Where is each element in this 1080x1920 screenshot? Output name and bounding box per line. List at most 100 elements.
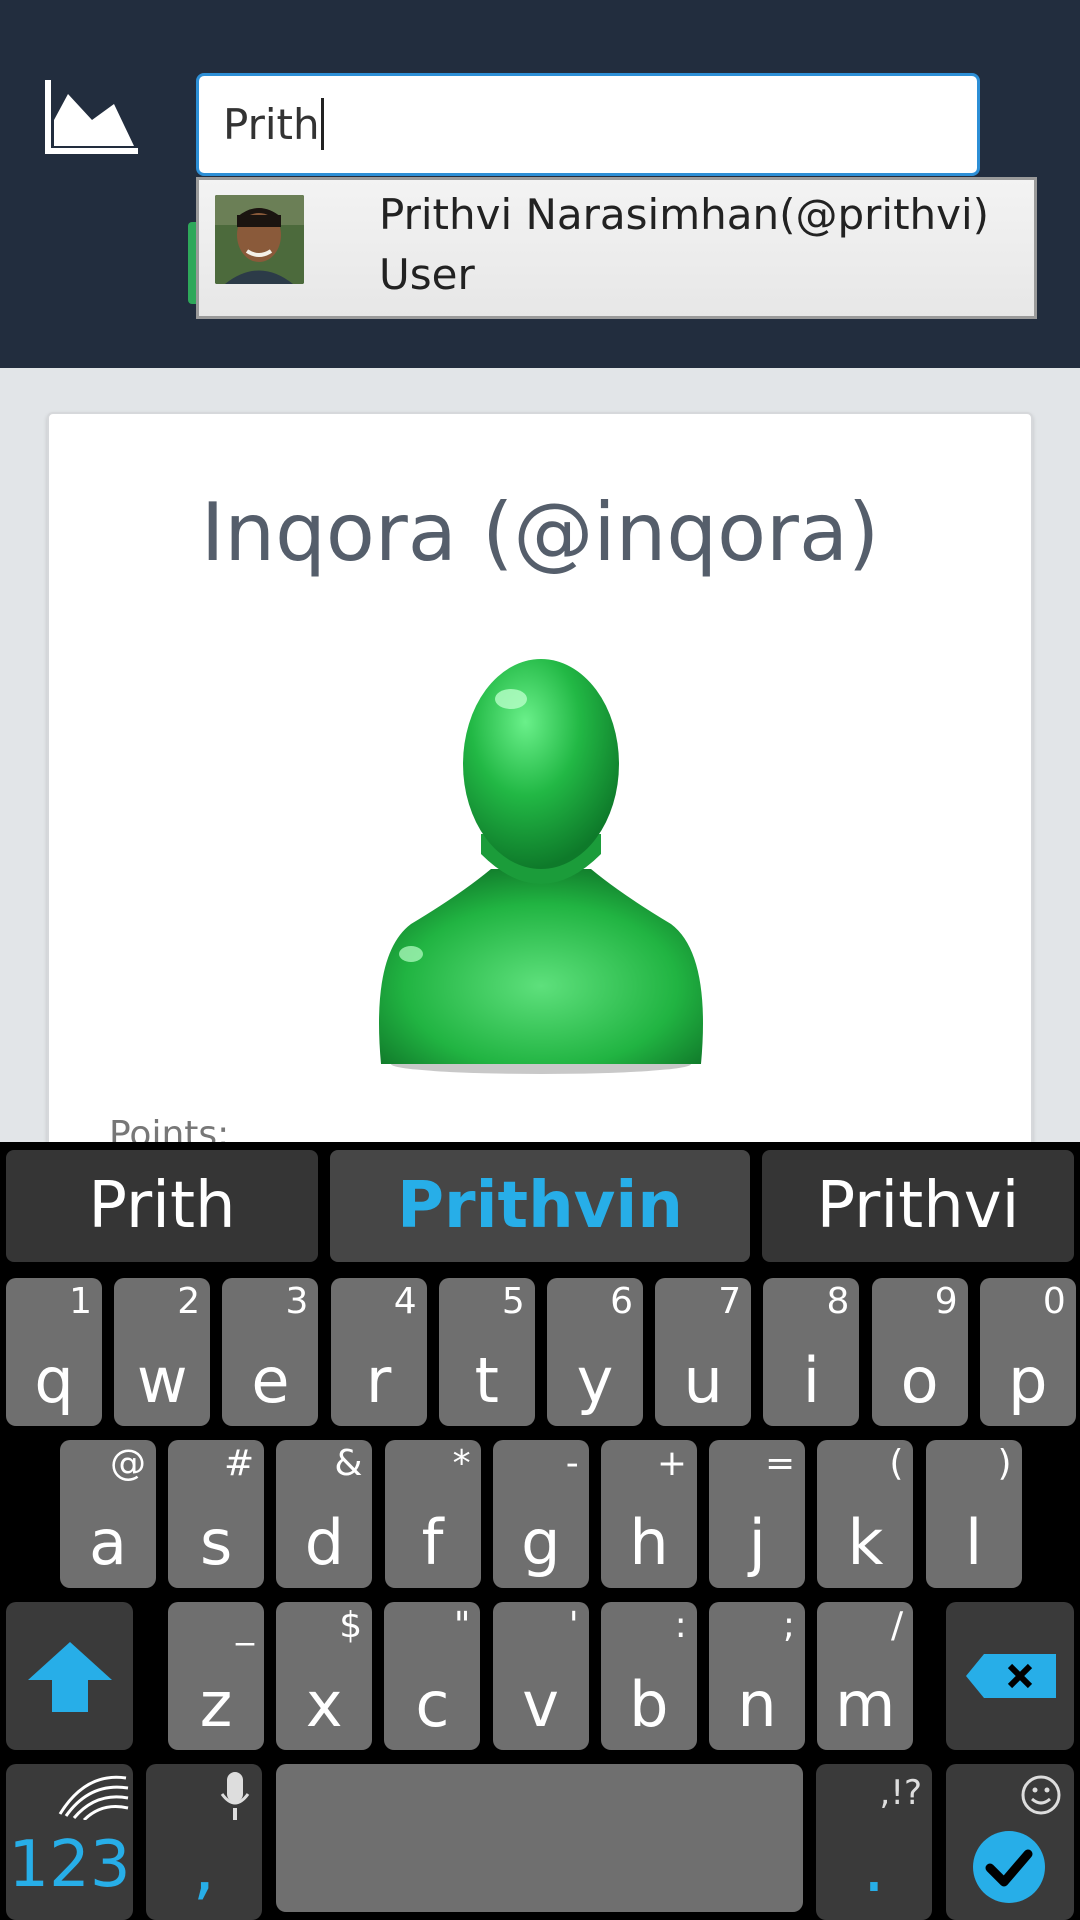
key-z-label: z bbox=[199, 1668, 233, 1741]
suggestion-name: Prithvi Narasimhan(@prithvi) bbox=[379, 190, 990, 239]
profile-card: Inqora (@inqora) Points: bbox=[47, 412, 1033, 1152]
keyboard-suggestion-bar: Prith Prithvin Prithvi bbox=[0, 1142, 1080, 1268]
key-n-label: n bbox=[737, 1668, 777, 1741]
key-y-label: y bbox=[576, 1344, 614, 1417]
key-r-secondary: 4 bbox=[393, 1281, 417, 1322]
enter-key[interactable] bbox=[946, 1764, 1074, 1920]
key-z-secondary: _ bbox=[236, 1605, 254, 1646]
key-a-label: a bbox=[89, 1506, 127, 1579]
key-b-label: b bbox=[629, 1668, 669, 1741]
key-c[interactable]: " c bbox=[384, 1602, 481, 1750]
key-h[interactable]: + h bbox=[601, 1440, 697, 1588]
autocomplete-suggestion[interactable]: Prithvi Narasimhan(@prithvi) User bbox=[196, 177, 1037, 319]
key-r[interactable]: 4r bbox=[330, 1278, 427, 1426]
key-p-label: p bbox=[1008, 1344, 1048, 1417]
period-key[interactable]: ,!? . bbox=[816, 1764, 932, 1920]
chart-logo-icon[interactable] bbox=[44, 80, 142, 155]
default-user-avatar-icon bbox=[379, 659, 703, 1074]
key-d-secondary: & bbox=[334, 1443, 363, 1484]
key-l-label: l bbox=[964, 1506, 983, 1579]
key-p[interactable]: 0p bbox=[979, 1278, 1076, 1426]
search-input[interactable]: Prith bbox=[196, 73, 980, 176]
key-p-secondary: 0 bbox=[1042, 1281, 1066, 1322]
key-c-secondary: " bbox=[453, 1605, 471, 1646]
shift-arrow-icon bbox=[28, 1642, 112, 1712]
key-q-label: q bbox=[34, 1344, 74, 1417]
key-j-label: j bbox=[748, 1506, 766, 1579]
key-g[interactable]: -g bbox=[492, 1440, 589, 1588]
key-m[interactable]: / m bbox=[817, 1602, 914, 1750]
key-o-label: o bbox=[900, 1344, 939, 1417]
backspace-icon bbox=[966, 1654, 1056, 1698]
key-q[interactable]: 1q bbox=[6, 1278, 102, 1426]
app-header: Prith Prithvi Narasimhan(@prithvi) User bbox=[0, 0, 1080, 368]
space-key[interactable] bbox=[276, 1764, 803, 1912]
period-key-sub: ,!? bbox=[879, 1773, 922, 1813]
key-l[interactable]: ) l bbox=[925, 1440, 1022, 1588]
keyboard-suggestion-center[interactable]: Prithvin bbox=[330, 1150, 750, 1262]
comma-key-label: , bbox=[192, 1824, 216, 1908]
key-y[interactable]: 6y bbox=[547, 1278, 643, 1426]
backspace-key[interactable] bbox=[946, 1602, 1074, 1750]
numbers-key[interactable]: 123 bbox=[6, 1764, 133, 1920]
text-caret bbox=[320, 98, 324, 150]
key-t[interactable]: 5t bbox=[438, 1278, 535, 1426]
key-e[interactable]: 3e bbox=[222, 1278, 319, 1426]
key-u[interactable]: 7u bbox=[655, 1278, 752, 1426]
key-j[interactable]: = j bbox=[709, 1440, 806, 1588]
key-s-secondary: # bbox=[224, 1443, 255, 1484]
key-c-label: c bbox=[415, 1668, 450, 1741]
emoji-icon bbox=[1021, 1775, 1061, 1815]
checkmark-icon bbox=[973, 1831, 1045, 1903]
search-input-value: Prith bbox=[223, 99, 320, 149]
key-f-label: f bbox=[421, 1506, 444, 1579]
microphone-icon bbox=[220, 1772, 250, 1820]
key-g-secondary: - bbox=[565, 1443, 579, 1484]
key-k-secondary: ( bbox=[889, 1443, 904, 1484]
key-x-label: x bbox=[305, 1668, 343, 1741]
key-d[interactable]: & d bbox=[276, 1440, 373, 1588]
key-n[interactable]: ; n bbox=[709, 1602, 805, 1750]
key-l-secondary: ) bbox=[997, 1443, 1012, 1484]
key-w-secondary: 2 bbox=[177, 1281, 201, 1322]
key-t-label: t bbox=[474, 1344, 499, 1417]
shift-key[interactable] bbox=[6, 1602, 133, 1750]
key-e-secondary: 3 bbox=[285, 1281, 309, 1322]
key-e-label: e bbox=[251, 1344, 290, 1417]
numbers-key-label: 123 bbox=[8, 1828, 131, 1902]
key-w[interactable]: 2w bbox=[114, 1278, 211, 1426]
key-a[interactable]: @ a bbox=[60, 1440, 156, 1588]
keyboard-suggestion-right[interactable]: Prithvi bbox=[762, 1150, 1074, 1262]
key-i-secondary: 8 bbox=[826, 1281, 850, 1322]
period-key-label: . bbox=[862, 1824, 886, 1908]
swiftkey-logo-icon bbox=[58, 1775, 129, 1820]
key-s-label: s bbox=[200, 1506, 233, 1579]
key-s[interactable]: # s bbox=[168, 1440, 265, 1588]
keyboard-suggestion-left[interactable]: Prith bbox=[6, 1150, 318, 1262]
key-v-secondary: ' bbox=[568, 1605, 579, 1646]
key-h-secondary: + bbox=[656, 1443, 687, 1484]
suggestion-type: User bbox=[379, 250, 475, 299]
key-r-label: r bbox=[365, 1344, 392, 1417]
key-m-label: m bbox=[834, 1668, 896, 1741]
key-b[interactable]: :b bbox=[600, 1602, 697, 1750]
key-o-secondary: 9 bbox=[934, 1281, 958, 1322]
key-f-secondary: * bbox=[452, 1443, 471, 1484]
key-v-label: v bbox=[522, 1668, 559, 1741]
key-w-label: w bbox=[136, 1344, 188, 1417]
key-x[interactable]: $ x bbox=[276, 1602, 373, 1750]
comma-key[interactable]: , bbox=[146, 1764, 262, 1920]
key-v[interactable]: ' v bbox=[492, 1602, 589, 1750]
key-b-secondary: : bbox=[674, 1605, 687, 1646]
key-k[interactable]: (k bbox=[817, 1440, 914, 1588]
key-f[interactable]: * f bbox=[384, 1440, 481, 1588]
key-u-label: u bbox=[683, 1344, 723, 1417]
key-o[interactable]: 9o bbox=[871, 1278, 968, 1426]
key-z[interactable]: _ z bbox=[168, 1602, 264, 1750]
key-u-secondary: 7 bbox=[718, 1281, 742, 1322]
key-t-secondary: 5 bbox=[501, 1281, 525, 1322]
key-i-label: i bbox=[802, 1344, 820, 1417]
key-i[interactable]: 8i bbox=[763, 1278, 860, 1426]
key-a-secondary: @ bbox=[110, 1443, 146, 1484]
profile-title: Inqora (@inqora) bbox=[200, 486, 880, 579]
